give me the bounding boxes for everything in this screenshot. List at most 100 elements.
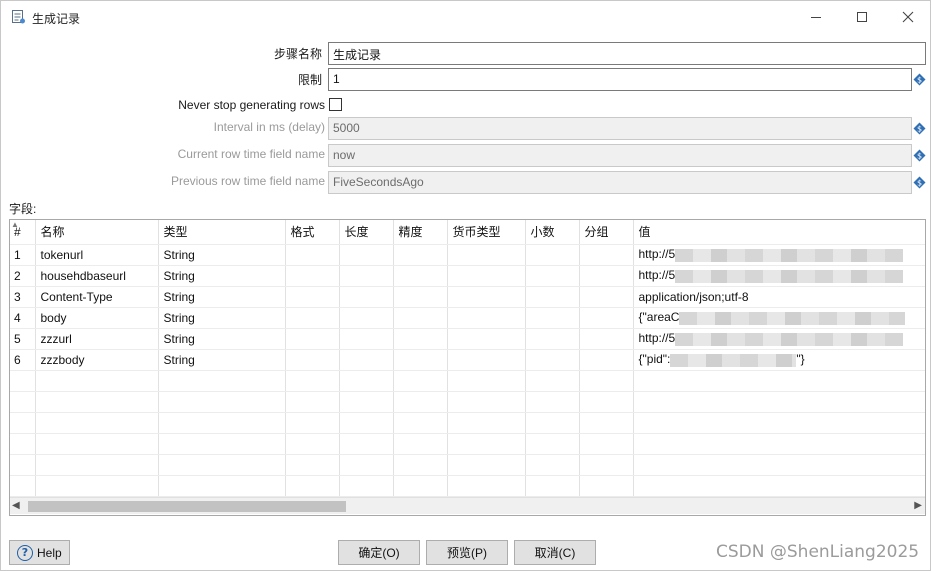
empty-row[interactable] [10, 391, 925, 413]
field-name-cell[interactable]: zzzbody [35, 349, 159, 371]
table-row[interactable]: 3 Content-Type String application/json;u… [10, 286, 925, 308]
column-header-length[interactable]: 长度 [339, 220, 394, 245]
field-group-cell[interactable] [579, 244, 634, 266]
column-header-value[interactable]: 值 [633, 220, 925, 245]
field-format-cell[interactable] [285, 244, 340, 266]
field-value-cell[interactable]: http://5 [633, 265, 925, 287]
previous-time-field-input[interactable]: FiveSecondsAgo [328, 171, 912, 194]
never-stop-checkbox[interactable] [329, 98, 342, 111]
field-name-cell[interactable]: Content-Type [35, 286, 159, 308]
minimize-button[interactable] [796, 5, 836, 29]
field-group-cell[interactable] [579, 307, 634, 329]
variable-icon[interactable]: $ [913, 176, 926, 189]
step-name-input[interactable]: 生成记录 [328, 42, 926, 65]
field-currency-cell[interactable] [447, 307, 526, 329]
field-currency-cell[interactable] [447, 286, 526, 308]
preview-button[interactable]: 预览(P) [426, 540, 508, 565]
field-value-cell[interactable]: http://5 [633, 328, 925, 350]
cancel-button[interactable]: 取消(C) [514, 540, 596, 565]
title-bar: 生成记录 [1, 1, 930, 33]
field-value-cell[interactable]: {"pid": "} [633, 349, 925, 371]
field-length-cell[interactable] [339, 307, 394, 329]
empty-row[interactable] [10, 454, 925, 476]
close-button[interactable] [888, 5, 928, 29]
horizontal-scrollbar[interactable]: ◀ ▶ [10, 497, 925, 514]
scroll-right-icon[interactable]: ▶ [914, 500, 922, 511]
field-name-cell[interactable]: zzzurl [35, 328, 159, 350]
empty-row[interactable] [10, 475, 925, 497]
field-precision-cell[interactable] [393, 328, 448, 350]
variable-icon[interactable]: $ [913, 73, 926, 86]
column-header-type[interactable]: 类型 [158, 220, 286, 245]
column-header-currency[interactable]: 货币类型 [447, 220, 526, 245]
column-header-format[interactable]: 格式 [285, 220, 340, 245]
help-button[interactable]: ? Help [9, 540, 70, 565]
scrollbar-thumb[interactable] [28, 501, 346, 512]
field-precision-cell[interactable] [393, 265, 448, 287]
field-length-cell[interactable] [339, 328, 394, 350]
field-decimal-cell[interactable] [525, 307, 580, 329]
interval-input[interactable]: 5000 [328, 117, 912, 140]
current-time-field-input[interactable]: now [328, 144, 912, 167]
field-precision-cell[interactable] [393, 307, 448, 329]
table-row[interactable]: 2 househdbaseurl String http://5 [10, 265, 925, 287]
empty-row[interactable] [10, 433, 925, 455]
field-value-cell[interactable]: application/json;utf-8 [633, 286, 925, 308]
limit-input[interactable]: 1 [328, 68, 912, 91]
variable-icon[interactable]: $ [913, 149, 926, 162]
table-row[interactable]: 5 zzzurl String http://5 [10, 328, 925, 350]
field-value-cell[interactable]: http://5 [633, 244, 925, 266]
field-length-cell[interactable] [339, 265, 394, 287]
field-format-cell[interactable] [285, 286, 340, 308]
field-precision-cell[interactable] [393, 349, 448, 371]
field-format-cell[interactable] [285, 307, 340, 329]
field-name-cell[interactable]: body [35, 307, 159, 329]
field-precision-cell[interactable] [393, 286, 448, 308]
field-currency-cell[interactable] [447, 265, 526, 287]
field-group-cell[interactable] [579, 286, 634, 308]
field-type-cell[interactable]: String [158, 307, 286, 329]
table-header: # 名称 类型 格式 长度 精度 货币类型 小数 分组 值 [10, 220, 925, 245]
field-group-cell[interactable] [579, 349, 634, 371]
empty-row[interactable] [10, 412, 925, 434]
field-type-cell[interactable]: String [158, 265, 286, 287]
column-header-name[interactable]: 名称 [35, 220, 159, 245]
field-currency-cell[interactable] [447, 328, 526, 350]
maximize-button[interactable] [842, 5, 882, 29]
field-decimal-cell[interactable] [525, 349, 580, 371]
field-currency-cell[interactable] [447, 244, 526, 266]
field-format-cell[interactable] [285, 328, 340, 350]
empty-row[interactable] [10, 370, 925, 392]
table-row[interactable]: 1 tokenurl String http://5 [10, 244, 925, 266]
table-row[interactable]: 4 body String {"areaC [10, 307, 925, 329]
field-type-cell[interactable]: String [158, 349, 286, 371]
field-format-cell[interactable] [285, 349, 340, 371]
window-title: 生成记录 [32, 12, 81, 26]
ok-button[interactable]: 确定(O) [338, 540, 420, 565]
field-decimal-cell[interactable] [525, 286, 580, 308]
field-length-cell[interactable] [339, 349, 394, 371]
field-length-cell[interactable] [339, 286, 394, 308]
column-header-precision[interactable]: 精度 [393, 220, 448, 245]
field-decimal-cell[interactable] [525, 328, 580, 350]
field-decimal-cell[interactable] [525, 244, 580, 266]
field-precision-cell[interactable] [393, 244, 448, 266]
field-length-cell[interactable] [339, 244, 394, 266]
field-group-cell[interactable] [579, 265, 634, 287]
column-header-decimal[interactable]: 小数 [525, 220, 580, 245]
field-name-cell[interactable]: tokenurl [35, 244, 159, 266]
redacted-text [675, 332, 904, 346]
variable-icon[interactable]: $ [913, 122, 926, 135]
field-decimal-cell[interactable] [525, 265, 580, 287]
field-type-cell[interactable]: String [158, 328, 286, 350]
field-value-cell[interactable]: {"areaC [633, 307, 925, 329]
field-format-cell[interactable] [285, 265, 340, 287]
table-row[interactable]: 6 zzzbody String {"pid": "} [10, 349, 925, 371]
field-group-cell[interactable] [579, 328, 634, 350]
field-name-cell[interactable]: househdbaseurl [35, 265, 159, 287]
field-type-cell[interactable]: String [158, 286, 286, 308]
column-header-group[interactable]: 分组 [579, 220, 634, 245]
field-currency-cell[interactable] [447, 349, 526, 371]
scroll-left-icon[interactable]: ◀ [12, 500, 20, 511]
field-type-cell[interactable]: String [158, 244, 286, 266]
